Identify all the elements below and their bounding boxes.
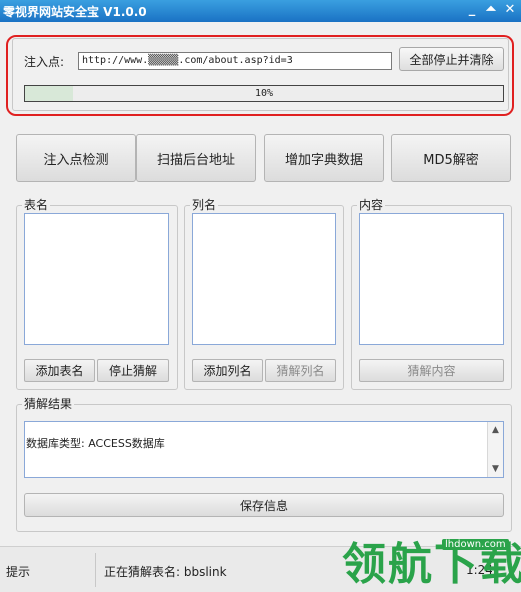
progress-text: 10% (254, 88, 274, 99)
columns-label: 列名 (190, 198, 219, 212)
md5-decrypt-button[interactable]: MD5解密 (391, 134, 511, 182)
window-title: 零视界网站安全宝 V1.0.0 (3, 5, 147, 19)
result-textbox[interactable]: 数据库类型: ACCESS数据库 ▲ ▼ (24, 421, 504, 478)
result-text: 数据库类型: ACCESS数据库 (26, 437, 165, 450)
content-list[interactable] (359, 213, 504, 345)
status-divider (95, 553, 96, 587)
injection-url-input[interactable]: http://www.▒▒▒▒▒.com/about.asp?id=3 (78, 52, 392, 70)
content-label: 内容 (357, 198, 386, 212)
status-hint: 提示 (6, 565, 31, 579)
window-controls: _ ⏶ ✕ (465, 2, 517, 18)
injection-point-label: 注入点: (24, 55, 65, 69)
add-column-button[interactable]: 添加列名 (192, 359, 263, 382)
result-label: 猜解结果 (22, 397, 75, 411)
add-table-button[interactable]: 添加表名 (24, 359, 95, 382)
close-icon[interactable]: ✕ (503, 2, 517, 18)
injection-detect-button[interactable]: 注入点检测 (16, 134, 136, 182)
tables-list[interactable] (24, 213, 169, 345)
scroll-down-icon[interactable]: ▼ (488, 461, 503, 477)
guess-columns-button[interactable]: 猜解列名 (265, 359, 336, 382)
columns-list[interactable] (192, 213, 336, 345)
guess-content-button[interactable]: 猜解内容 (359, 359, 504, 382)
save-info-button[interactable]: 保存信息 (24, 493, 504, 517)
minimize-icon[interactable]: _ (465, 2, 479, 18)
add-dictionary-button[interactable]: 增加字典数据 (264, 134, 384, 182)
watermark-url: lhdown.com (442, 539, 509, 550)
restore-icon[interactable]: ⏶ (484, 2, 498, 18)
watermark-logo: 领航下载 lhdown.com (342, 538, 521, 592)
tables-label: 表名 (22, 198, 51, 212)
progress-bar: 10% (24, 85, 504, 102)
status-message: 正在猜解表名: bbslink (104, 565, 227, 579)
scroll-up-icon[interactable]: ▲ (488, 422, 503, 438)
title-bar: 零视界网站安全宝 V1.0.0 _ ⏶ ✕ (0, 0, 521, 22)
stop-and-clear-button[interactable]: 全部停止并清除 (399, 47, 504, 71)
stop-guess-button[interactable]: 停止猜解 (97, 359, 169, 382)
scan-admin-button[interactable]: 扫描后台地址 (136, 134, 256, 182)
result-scrollbar[interactable]: ▲ ▼ (487, 422, 503, 477)
